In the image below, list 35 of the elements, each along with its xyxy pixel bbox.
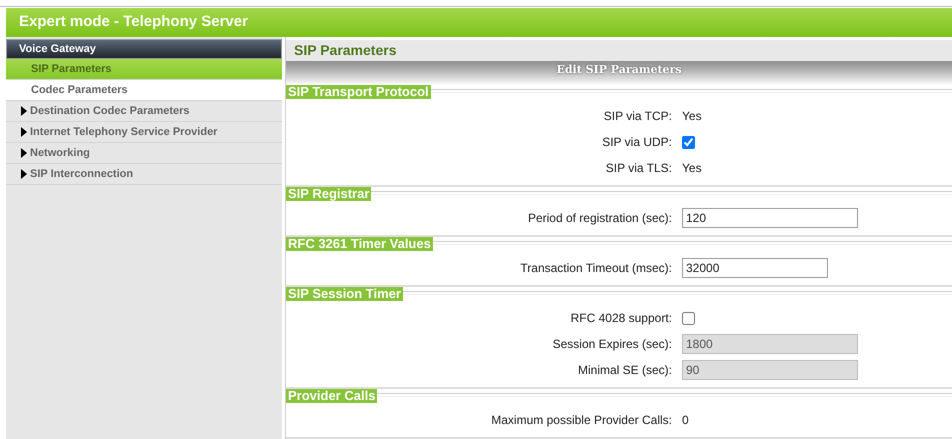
section-heading: SIP Registrar [286,187,372,201]
sidebar-item-label: Destination Codec Parameters [30,104,190,119]
collapsed-triangle-icon [21,106,27,116]
field-value: Yes [682,108,702,125]
section-heading: RFC 3261 Timer Values [286,237,433,251]
form-title: Edit SIP Parameters [556,62,682,78]
section-heading: SIP Transport Protocol [286,85,431,99]
field-label: SIP via UDP: [601,134,673,151]
checkbox[interactable] [682,136,695,148]
sidebar-item-label: Internet Telephony Service Provider [30,124,218,140]
field-value: Yes [682,160,702,177]
collapsed-triangle-icon [21,127,27,137]
window-title: Expert mode - Telephony Server [6,8,952,37]
section-heading: SIP Session Timer [286,287,403,301]
field-label: Minimal SE (sec): [576,362,673,379]
section-heading: Provider Calls [286,389,378,403]
sidebar-item-label: Networking [30,146,90,161]
field-label: Period of registration (sec): [526,210,673,227]
input-field[interactable]: 32000 [682,258,828,278]
field-label: Maximum possible Provider Calls: [490,412,673,429]
collapsed-triangle-icon [21,148,27,158]
collapsed-triangle-icon [21,169,27,179]
field-label: RFC 4028 support: [570,310,673,327]
field-value: 0 [682,412,689,429]
sidebar-group-header: Voice Gateway [6,39,282,59]
checkbox[interactable] [682,312,695,324]
sidebar-item[interactable]: SIP Parameters [6,59,282,80]
sidebar-item[interactable]: Codec Parameters [6,80,282,101]
input-field[interactable]: 120 [682,208,858,228]
field-label: SIP via TLS: [604,160,673,177]
field-label: SIP via TCP: [602,108,673,125]
page-title: SIP Parameters [286,40,952,61]
field-label: Session Expires (sec): [552,336,673,353]
field-label: Transaction Timeout (msec): [519,260,673,277]
sidebar-item-label: SIP Interconnection [30,166,134,182]
